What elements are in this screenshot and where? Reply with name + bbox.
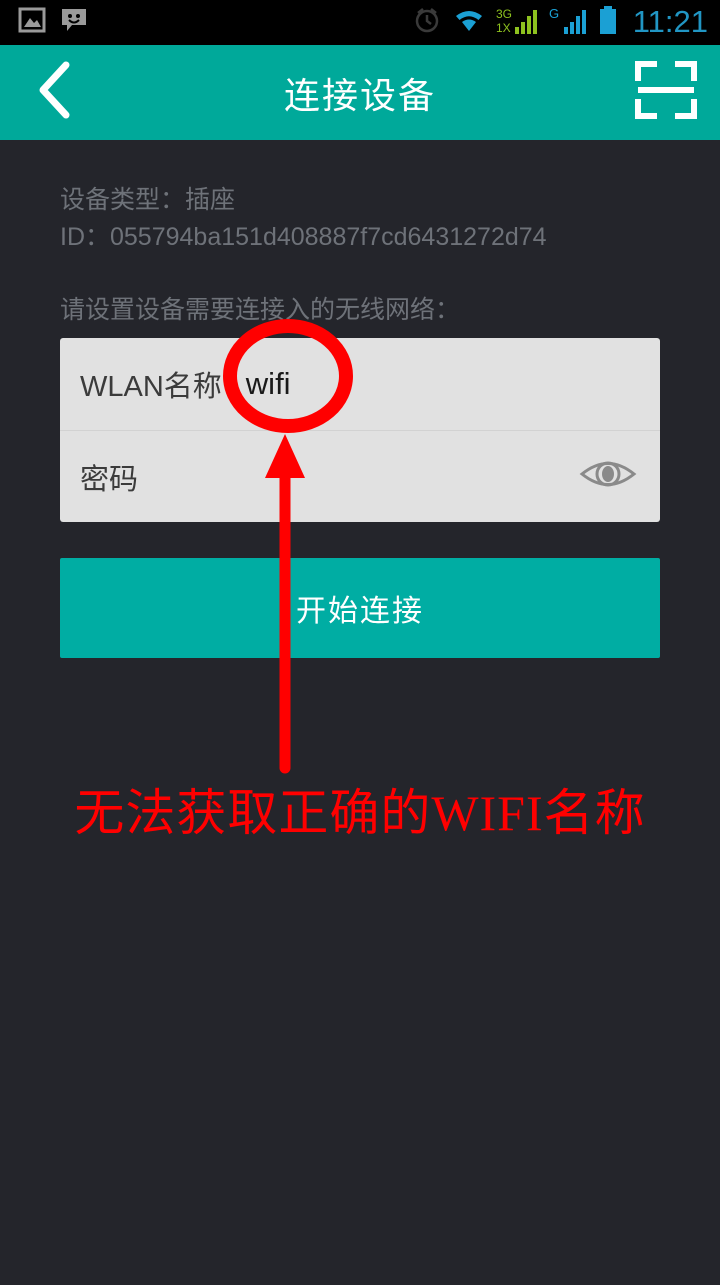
device-info-block: 设备类型：插座 ID：055794ba151d408887f7cd6431272… — [60, 182, 547, 256]
wlan-name-label: WLAN名称 — [80, 371, 222, 403]
signal-3g-1x-icon: 3G 1X — [496, 5, 538, 40]
network-hint-text: 请设置设备需要连接入的无线网络： — [60, 296, 461, 324]
wifi-icon — [453, 7, 485, 38]
svg-text:3G: 3G — [496, 7, 512, 21]
password-field[interactable]: 密码 — [60, 430, 660, 522]
back-button[interactable] — [0, 45, 110, 140]
battery-icon — [598, 5, 618, 40]
status-bar-clock: 11:21 — [632, 4, 708, 39]
status-bar-left-icons — [18, 6, 88, 39]
svg-text:G: G — [549, 6, 559, 21]
device-id-text: ID：055794ba151d408887f7cd6431272d74 — [60, 223, 547, 251]
eye-icon — [579, 454, 637, 499]
main-content: 设备类型：插座 ID：055794ba151d408887f7cd6431272… — [0, 140, 720, 1280]
alarm-icon — [412, 5, 442, 40]
password-label: 密码 — [80, 463, 139, 496]
message-icon — [60, 6, 88, 39]
status-bar-right-icons: 3G 1X G 11:21 — [412, 5, 708, 40]
device-type-text: 设备类型：插座 — [60, 186, 236, 214]
svg-text:1X: 1X — [496, 21, 511, 35]
qr-scan-button[interactable] — [612, 45, 720, 140]
qr-scan-icon — [635, 61, 697, 124]
start-connect-button[interactable]: 开始连接 — [60, 558, 660, 658]
status-bar: 3G 1X G 11:21 — [0, 0, 720, 45]
chevron-left-icon — [32, 59, 78, 126]
password-visibility-toggle[interactable] — [576, 445, 640, 509]
action-bar: 连接设备 — [0, 45, 720, 140]
image-icon — [18, 6, 46, 39]
wifi-form-card: WLAN名称 wifi 密码 — [60, 338, 660, 522]
wlan-name-field[interactable]: WLAN名称 wifi — [60, 338, 660, 430]
wlan-name-value: wifi — [245, 366, 291, 401]
signal-g-icon: G — [549, 5, 587, 40]
